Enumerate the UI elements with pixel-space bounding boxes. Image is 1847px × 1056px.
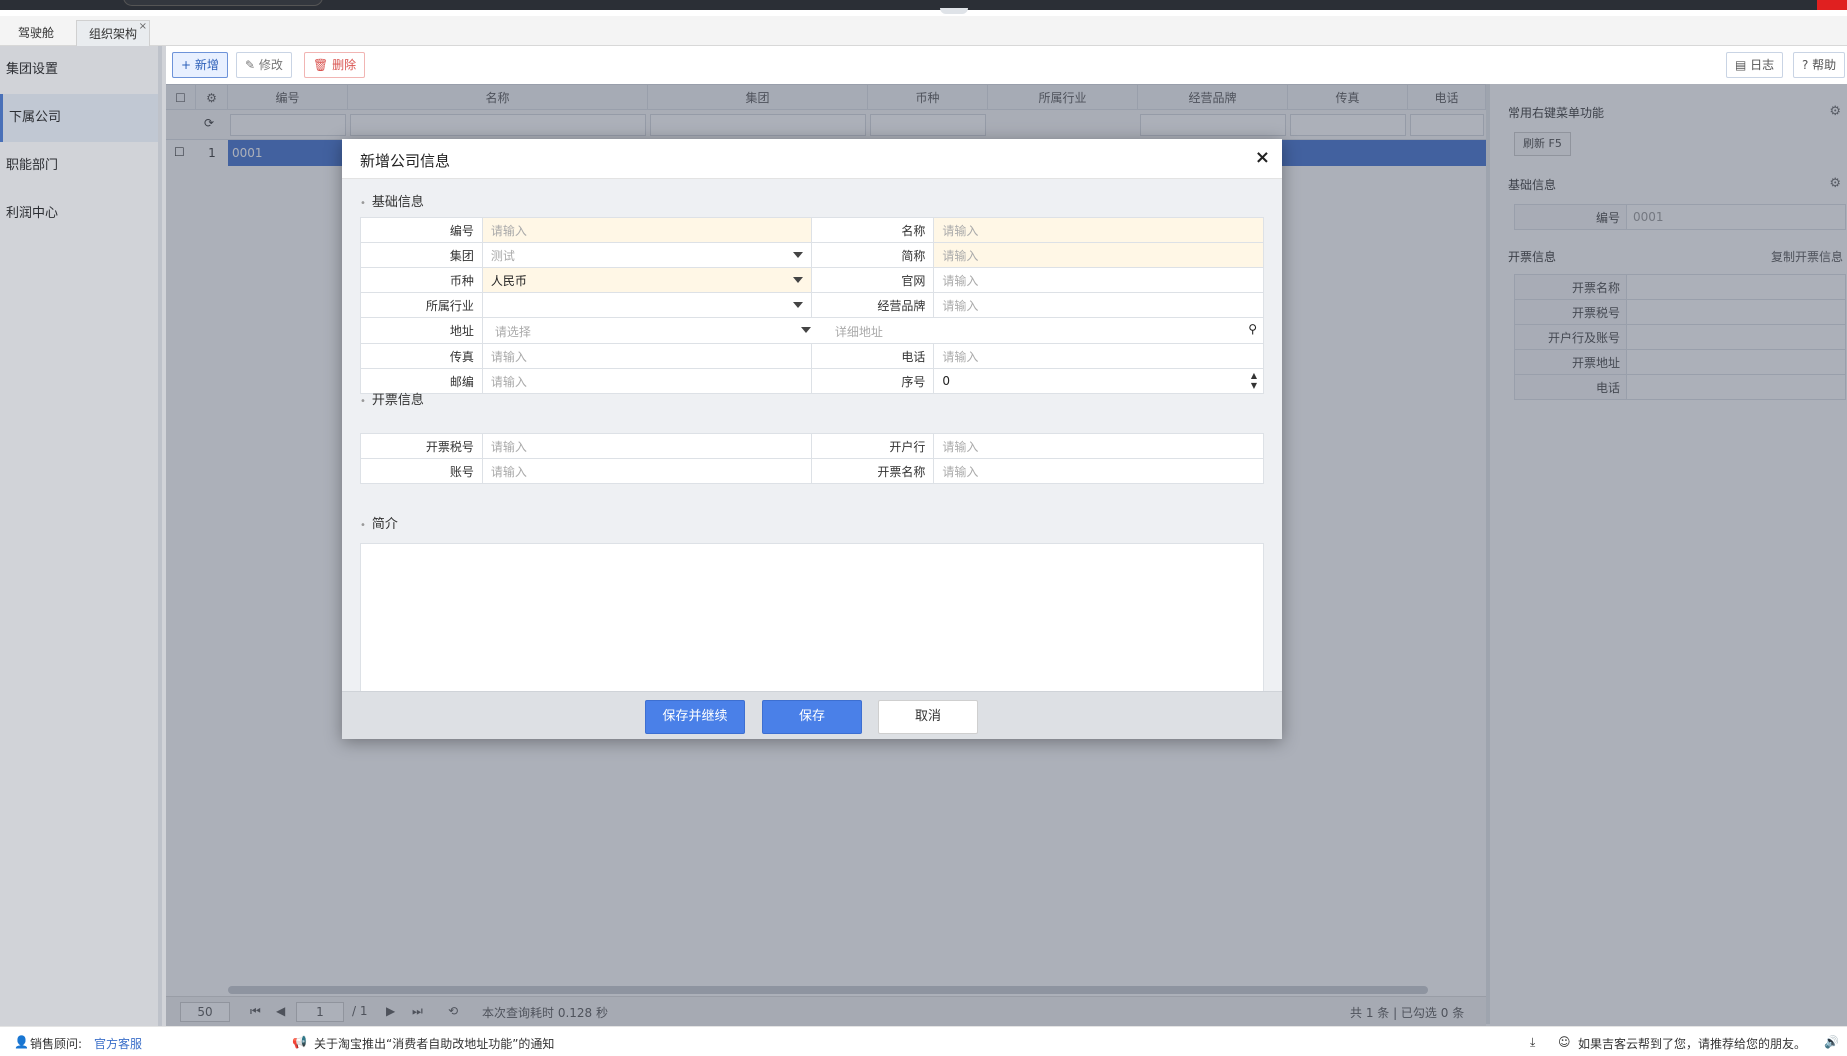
tab-label: 组织架构 xyxy=(89,27,138,41)
add-button[interactable]: + 新增 xyxy=(172,52,228,78)
industry-label: 所属行业 xyxy=(360,292,483,318)
smile-icon: ☺ xyxy=(1558,1035,1571,1049)
group-value: 测试 xyxy=(490,248,515,263)
edit-button[interactable]: ✎ 修改 xyxy=(236,52,292,78)
tab-label: 驾驶舱 xyxy=(18,26,55,40)
save-button[interactable]: 保存 xyxy=(762,700,862,734)
notice-link[interactable]: 关于淘宝推出“消费者自助改地址功能”的通知 xyxy=(314,1035,554,1052)
stepper-arrows-icon[interactable]: ▲ ▼ xyxy=(1251,371,1257,391)
book-icon: ▤ xyxy=(1735,58,1751,72)
detail-address-input[interactable]: 详细地址 xyxy=(835,323,883,340)
brand-input[interactable]: 请输入 xyxy=(933,292,1264,318)
short-name-label: 简称 xyxy=(811,242,935,268)
modal-overlay-right xyxy=(1486,84,1847,1026)
megaphone-icon: 📢 xyxy=(292,1035,307,1049)
short-name-input[interactable]: 请输入 xyxy=(933,242,1264,268)
section-basic-title: 基础信息 xyxy=(360,191,424,210)
window-close-button[interactable] xyxy=(1817,0,1847,10)
download-icon[interactable]: ⤓ xyxy=(1530,1035,1535,1050)
status-bar: 👤 销售顾问: 官方客服 📢 关于淘宝推出“消费者自助改地址功能”的通知 ⤓ ☺… xyxy=(0,1026,1847,1056)
website-input[interactable]: 请输入 xyxy=(933,267,1264,293)
name-label: 名称 xyxy=(811,217,935,243)
group-select[interactable]: 测试 xyxy=(481,242,813,268)
invoice-name-input[interactable]: 请输入 xyxy=(933,458,1264,484)
chevron-down-icon xyxy=(793,302,804,308)
advisor-label: 销售顾问: xyxy=(30,1037,83,1051)
invoice-name-label: 开票名称 xyxy=(811,458,935,484)
account-label: 账号 xyxy=(360,458,483,484)
cancel-button[interactable]: 取消 xyxy=(878,700,978,734)
recommend-text: 如果吉客云帮到了您，请推荐给您的朋友。 xyxy=(1578,1037,1807,1051)
delete-label: 删除 xyxy=(332,58,357,72)
address-label: 地址 xyxy=(360,317,483,344)
tab-cockpit[interactable]: 驾驶舱 xyxy=(6,20,66,46)
add-company-dialog: 新增公司信息 × 基础信息 编号 请输入 名称 请输入 集团 测试 简称 请输入… xyxy=(342,139,1282,739)
modal-overlay-left xyxy=(0,46,166,1026)
dialog-body: 基础信息 编号 请输入 名称 请输入 集团 测试 简称 请输入 币种 人民币 官… xyxy=(342,179,1282,699)
code-input[interactable]: 请输入 xyxy=(481,217,813,243)
address-field[interactable]: 请选择 详细地址 ⚲ xyxy=(481,317,1265,344)
tax-no-input[interactable]: 请输入 xyxy=(481,433,813,459)
currency-value: 人民币 xyxy=(490,273,527,288)
dialog-header: 新增公司信息 × xyxy=(342,139,1282,179)
currency-select[interactable]: 人民币 xyxy=(481,267,813,293)
collapse-handle[interactable] xyxy=(940,8,968,14)
chevron-down-icon xyxy=(793,252,804,258)
account-input[interactable]: 请输入 xyxy=(481,458,813,484)
phone-label: 电话 xyxy=(811,343,935,369)
section-invoice-title: 开票信息 xyxy=(360,389,424,408)
user-icon: 👤 xyxy=(14,1035,29,1049)
tab-close-icon[interactable]: × xyxy=(139,14,147,40)
region-select[interactable]: 请选择 xyxy=(495,323,531,340)
delete-button[interactable]: 🗑 删除 xyxy=(304,52,366,78)
help-button[interactable]: ? 帮助 xyxy=(1793,52,1846,78)
intro-textarea[interactable] xyxy=(360,543,1264,699)
seq-value: 0 xyxy=(942,374,950,388)
phone-input[interactable]: 请输入 xyxy=(933,343,1264,369)
group-label: 集团 xyxy=(360,242,483,268)
seq-stepper[interactable]: 0 ▲ ▼ xyxy=(933,368,1264,394)
advisor-link[interactable]: 官方客服 xyxy=(94,1035,142,1052)
tax-no-label: 开票税号 xyxy=(360,433,483,459)
section-intro-title: 简介 xyxy=(360,513,398,532)
seq-label: 序号 xyxy=(811,368,935,394)
industry-select[interactable] xyxy=(481,292,813,318)
fax-input[interactable]: 请输入 xyxy=(481,343,813,369)
chevron-down-icon xyxy=(800,327,811,333)
volume-icon[interactable]: 🔊 xyxy=(1824,1035,1839,1049)
page-tabs: 驾驶舱 组织架构 × xyxy=(0,16,1847,46)
chevron-down-icon xyxy=(793,277,804,283)
invoice-info-form: 开票税号 请输入 开户行 请输入 账号 请输入 开票名称 请输入 xyxy=(360,433,1264,484)
bank-label: 开户行 xyxy=(811,433,935,459)
global-search[interactable] xyxy=(123,0,323,6)
zip-input[interactable]: 请输入 xyxy=(481,368,813,394)
trash-icon: 🗑 xyxy=(313,58,333,72)
log-label: 日志 xyxy=(1750,58,1775,72)
edit-label: 修改 xyxy=(258,58,283,72)
dialog-title: 新增公司信息 xyxy=(360,152,451,170)
tab-org-structure[interactable]: 组织架构 × xyxy=(76,20,151,46)
toolbar: + 新增 ✎ 修改 🗑 删除 ▤ 日志 ? 帮助 xyxy=(166,46,1847,84)
title-bar xyxy=(0,0,1847,14)
log-button[interactable]: ▤ 日志 xyxy=(1726,52,1784,78)
bank-input[interactable]: 请输入 xyxy=(933,433,1264,459)
brand-label: 经营品牌 xyxy=(811,292,935,318)
code-label: 编号 xyxy=(360,217,483,243)
save-continue-button[interactable]: 保存并继续 xyxy=(645,700,745,734)
close-icon[interactable]: × xyxy=(1255,147,1270,168)
website-label: 官网 xyxy=(811,267,935,293)
currency-label: 币种 xyxy=(360,267,483,293)
name-input[interactable]: 请输入 xyxy=(933,217,1264,243)
basic-info-form: 编号 请输入 名称 请输入 集团 测试 简称 请输入 币种 人民币 官网 请输入… xyxy=(360,217,1265,394)
edit-icon: ✎ xyxy=(245,58,259,72)
fax-label: 传真 xyxy=(360,343,483,369)
map-pin-icon[interactable]: ⚲ xyxy=(1248,322,1257,336)
dialog-footer: 保存并继续 保存 取消 xyxy=(342,691,1282,739)
